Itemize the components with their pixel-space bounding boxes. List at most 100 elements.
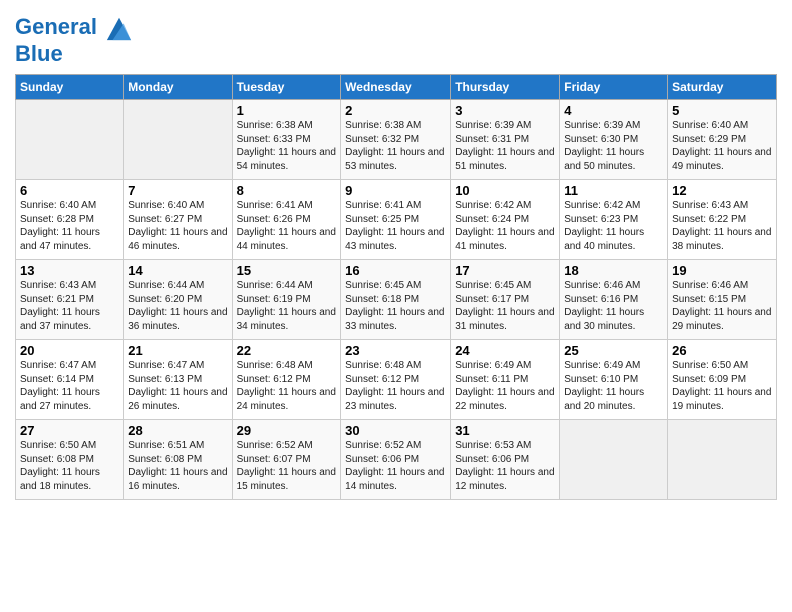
day-number: 2	[345, 103, 446, 118]
day-cell: 21Sunrise: 6:47 AM Sunset: 6:13 PM Dayli…	[124, 340, 232, 420]
day-number: 4	[564, 103, 663, 118]
day-info: Sunrise: 6:40 AM Sunset: 6:29 PM Dayligh…	[672, 119, 772, 173]
day-info: Sunrise: 6:46 AM Sunset: 6:15 PM Dayligh…	[672, 279, 772, 333]
day-number: 21	[128, 343, 227, 358]
day-cell: 17Sunrise: 6:45 AM Sunset: 6:17 PM Dayli…	[451, 260, 560, 340]
day-cell: 13Sunrise: 6:43 AM Sunset: 6:21 PM Dayli…	[16, 260, 124, 340]
day-number: 15	[237, 263, 337, 278]
day-info: Sunrise: 6:43 AM Sunset: 6:21 PM Dayligh…	[20, 279, 119, 333]
day-info: Sunrise: 6:45 AM Sunset: 6:18 PM Dayligh…	[345, 279, 446, 333]
day-info: Sunrise: 6:50 AM Sunset: 6:08 PM Dayligh…	[20, 439, 119, 493]
logo-icon	[105, 14, 133, 42]
day-info: Sunrise: 6:49 AM Sunset: 6:11 PM Dayligh…	[455, 359, 555, 413]
day-cell	[668, 420, 777, 500]
day-info: Sunrise: 6:38 AM Sunset: 6:32 PM Dayligh…	[345, 119, 446, 173]
day-info: Sunrise: 6:50 AM Sunset: 6:09 PM Dayligh…	[672, 359, 772, 413]
day-number: 30	[345, 423, 446, 438]
day-cell: 31Sunrise: 6:53 AM Sunset: 6:06 PM Dayli…	[451, 420, 560, 500]
day-cell: 4Sunrise: 6:39 AM Sunset: 6:30 PM Daylig…	[560, 100, 668, 180]
col-header-thursday: Thursday	[451, 75, 560, 100]
day-info: Sunrise: 6:49 AM Sunset: 6:10 PM Dayligh…	[564, 359, 663, 413]
day-info: Sunrise: 6:40 AM Sunset: 6:27 PM Dayligh…	[128, 199, 227, 253]
day-number: 12	[672, 183, 772, 198]
day-number: 29	[237, 423, 337, 438]
col-header-tuesday: Tuesday	[232, 75, 341, 100]
calendar-table: SundayMondayTuesdayWednesdayThursdayFrid…	[15, 74, 777, 500]
day-number: 28	[128, 423, 227, 438]
day-number: 18	[564, 263, 663, 278]
day-number: 17	[455, 263, 555, 278]
col-header-friday: Friday	[560, 75, 668, 100]
day-info: Sunrise: 6:53 AM Sunset: 6:06 PM Dayligh…	[455, 439, 555, 493]
header-row: SundayMondayTuesdayWednesdayThursdayFrid…	[16, 75, 777, 100]
day-info: Sunrise: 6:41 AM Sunset: 6:26 PM Dayligh…	[237, 199, 337, 253]
day-info: Sunrise: 6:41 AM Sunset: 6:25 PM Dayligh…	[345, 199, 446, 253]
day-cell	[560, 420, 668, 500]
day-cell: 8Sunrise: 6:41 AM Sunset: 6:26 PM Daylig…	[232, 180, 341, 260]
day-info: Sunrise: 6:48 AM Sunset: 6:12 PM Dayligh…	[237, 359, 337, 413]
day-number: 24	[455, 343, 555, 358]
week-row-4: 27Sunrise: 6:50 AM Sunset: 6:08 PM Dayli…	[16, 420, 777, 500]
day-number: 3	[455, 103, 555, 118]
day-cell: 2Sunrise: 6:38 AM Sunset: 6:32 PM Daylig…	[341, 100, 451, 180]
day-cell: 15Sunrise: 6:44 AM Sunset: 6:19 PM Dayli…	[232, 260, 341, 340]
day-cell: 27Sunrise: 6:50 AM Sunset: 6:08 PM Dayli…	[16, 420, 124, 500]
day-info: Sunrise: 6:47 AM Sunset: 6:13 PM Dayligh…	[128, 359, 227, 413]
day-info: Sunrise: 6:45 AM Sunset: 6:17 PM Dayligh…	[455, 279, 555, 333]
col-header-wednesday: Wednesday	[341, 75, 451, 100]
day-number: 25	[564, 343, 663, 358]
day-number: 7	[128, 183, 227, 198]
day-cell: 25Sunrise: 6:49 AM Sunset: 6:10 PM Dayli…	[560, 340, 668, 420]
day-info: Sunrise: 6:51 AM Sunset: 6:08 PM Dayligh…	[128, 439, 227, 493]
day-info: Sunrise: 6:39 AM Sunset: 6:30 PM Dayligh…	[564, 119, 663, 173]
week-row-3: 20Sunrise: 6:47 AM Sunset: 6:14 PM Dayli…	[16, 340, 777, 420]
main-container: General Blue SundayMondayTuesdayWednesda…	[0, 0, 792, 510]
day-cell: 22Sunrise: 6:48 AM Sunset: 6:12 PM Dayli…	[232, 340, 341, 420]
day-cell: 29Sunrise: 6:52 AM Sunset: 6:07 PM Dayli…	[232, 420, 341, 500]
day-cell: 30Sunrise: 6:52 AM Sunset: 6:06 PM Dayli…	[341, 420, 451, 500]
col-header-monday: Monday	[124, 75, 232, 100]
day-cell: 1Sunrise: 6:38 AM Sunset: 6:33 PM Daylig…	[232, 100, 341, 180]
day-cell: 20Sunrise: 6:47 AM Sunset: 6:14 PM Dayli…	[16, 340, 124, 420]
day-info: Sunrise: 6:52 AM Sunset: 6:07 PM Dayligh…	[237, 439, 337, 493]
day-info: Sunrise: 6:44 AM Sunset: 6:19 PM Dayligh…	[237, 279, 337, 333]
day-info: Sunrise: 6:38 AM Sunset: 6:33 PM Dayligh…	[237, 119, 337, 173]
week-row-2: 13Sunrise: 6:43 AM Sunset: 6:21 PM Dayli…	[16, 260, 777, 340]
day-info: Sunrise: 6:47 AM Sunset: 6:14 PM Dayligh…	[20, 359, 119, 413]
day-info: Sunrise: 6:42 AM Sunset: 6:24 PM Dayligh…	[455, 199, 555, 253]
header: General Blue	[15, 10, 777, 66]
day-cell: 3Sunrise: 6:39 AM Sunset: 6:31 PM Daylig…	[451, 100, 560, 180]
day-number: 8	[237, 183, 337, 198]
day-number: 13	[20, 263, 119, 278]
week-row-1: 6Sunrise: 6:40 AM Sunset: 6:28 PM Daylig…	[16, 180, 777, 260]
day-number: 5	[672, 103, 772, 118]
day-cell: 19Sunrise: 6:46 AM Sunset: 6:15 PM Dayli…	[668, 260, 777, 340]
day-cell	[16, 100, 124, 180]
day-number: 20	[20, 343, 119, 358]
col-header-sunday: Sunday	[16, 75, 124, 100]
day-number: 19	[672, 263, 772, 278]
day-info: Sunrise: 6:52 AM Sunset: 6:06 PM Dayligh…	[345, 439, 446, 493]
day-number: 16	[345, 263, 446, 278]
day-number: 26	[672, 343, 772, 358]
day-cell: 5Sunrise: 6:40 AM Sunset: 6:29 PM Daylig…	[668, 100, 777, 180]
day-cell: 10Sunrise: 6:42 AM Sunset: 6:24 PM Dayli…	[451, 180, 560, 260]
day-cell: 18Sunrise: 6:46 AM Sunset: 6:16 PM Dayli…	[560, 260, 668, 340]
logo: General Blue	[15, 14, 133, 66]
day-info: Sunrise: 6:43 AM Sunset: 6:22 PM Dayligh…	[672, 199, 772, 253]
day-cell: 26Sunrise: 6:50 AM Sunset: 6:09 PM Dayli…	[668, 340, 777, 420]
day-number: 11	[564, 183, 663, 198]
day-number: 6	[20, 183, 119, 198]
day-number: 10	[455, 183, 555, 198]
day-info: Sunrise: 6:48 AM Sunset: 6:12 PM Dayligh…	[345, 359, 446, 413]
day-info: Sunrise: 6:44 AM Sunset: 6:20 PM Dayligh…	[128, 279, 227, 333]
day-number: 31	[455, 423, 555, 438]
day-info: Sunrise: 6:40 AM Sunset: 6:28 PM Dayligh…	[20, 199, 119, 253]
day-cell: 24Sunrise: 6:49 AM Sunset: 6:11 PM Dayli…	[451, 340, 560, 420]
day-cell: 6Sunrise: 6:40 AM Sunset: 6:28 PM Daylig…	[16, 180, 124, 260]
day-info: Sunrise: 6:42 AM Sunset: 6:23 PM Dayligh…	[564, 199, 663, 253]
day-cell: 9Sunrise: 6:41 AM Sunset: 6:25 PM Daylig…	[341, 180, 451, 260]
day-cell	[124, 100, 232, 180]
day-number: 27	[20, 423, 119, 438]
day-number: 22	[237, 343, 337, 358]
